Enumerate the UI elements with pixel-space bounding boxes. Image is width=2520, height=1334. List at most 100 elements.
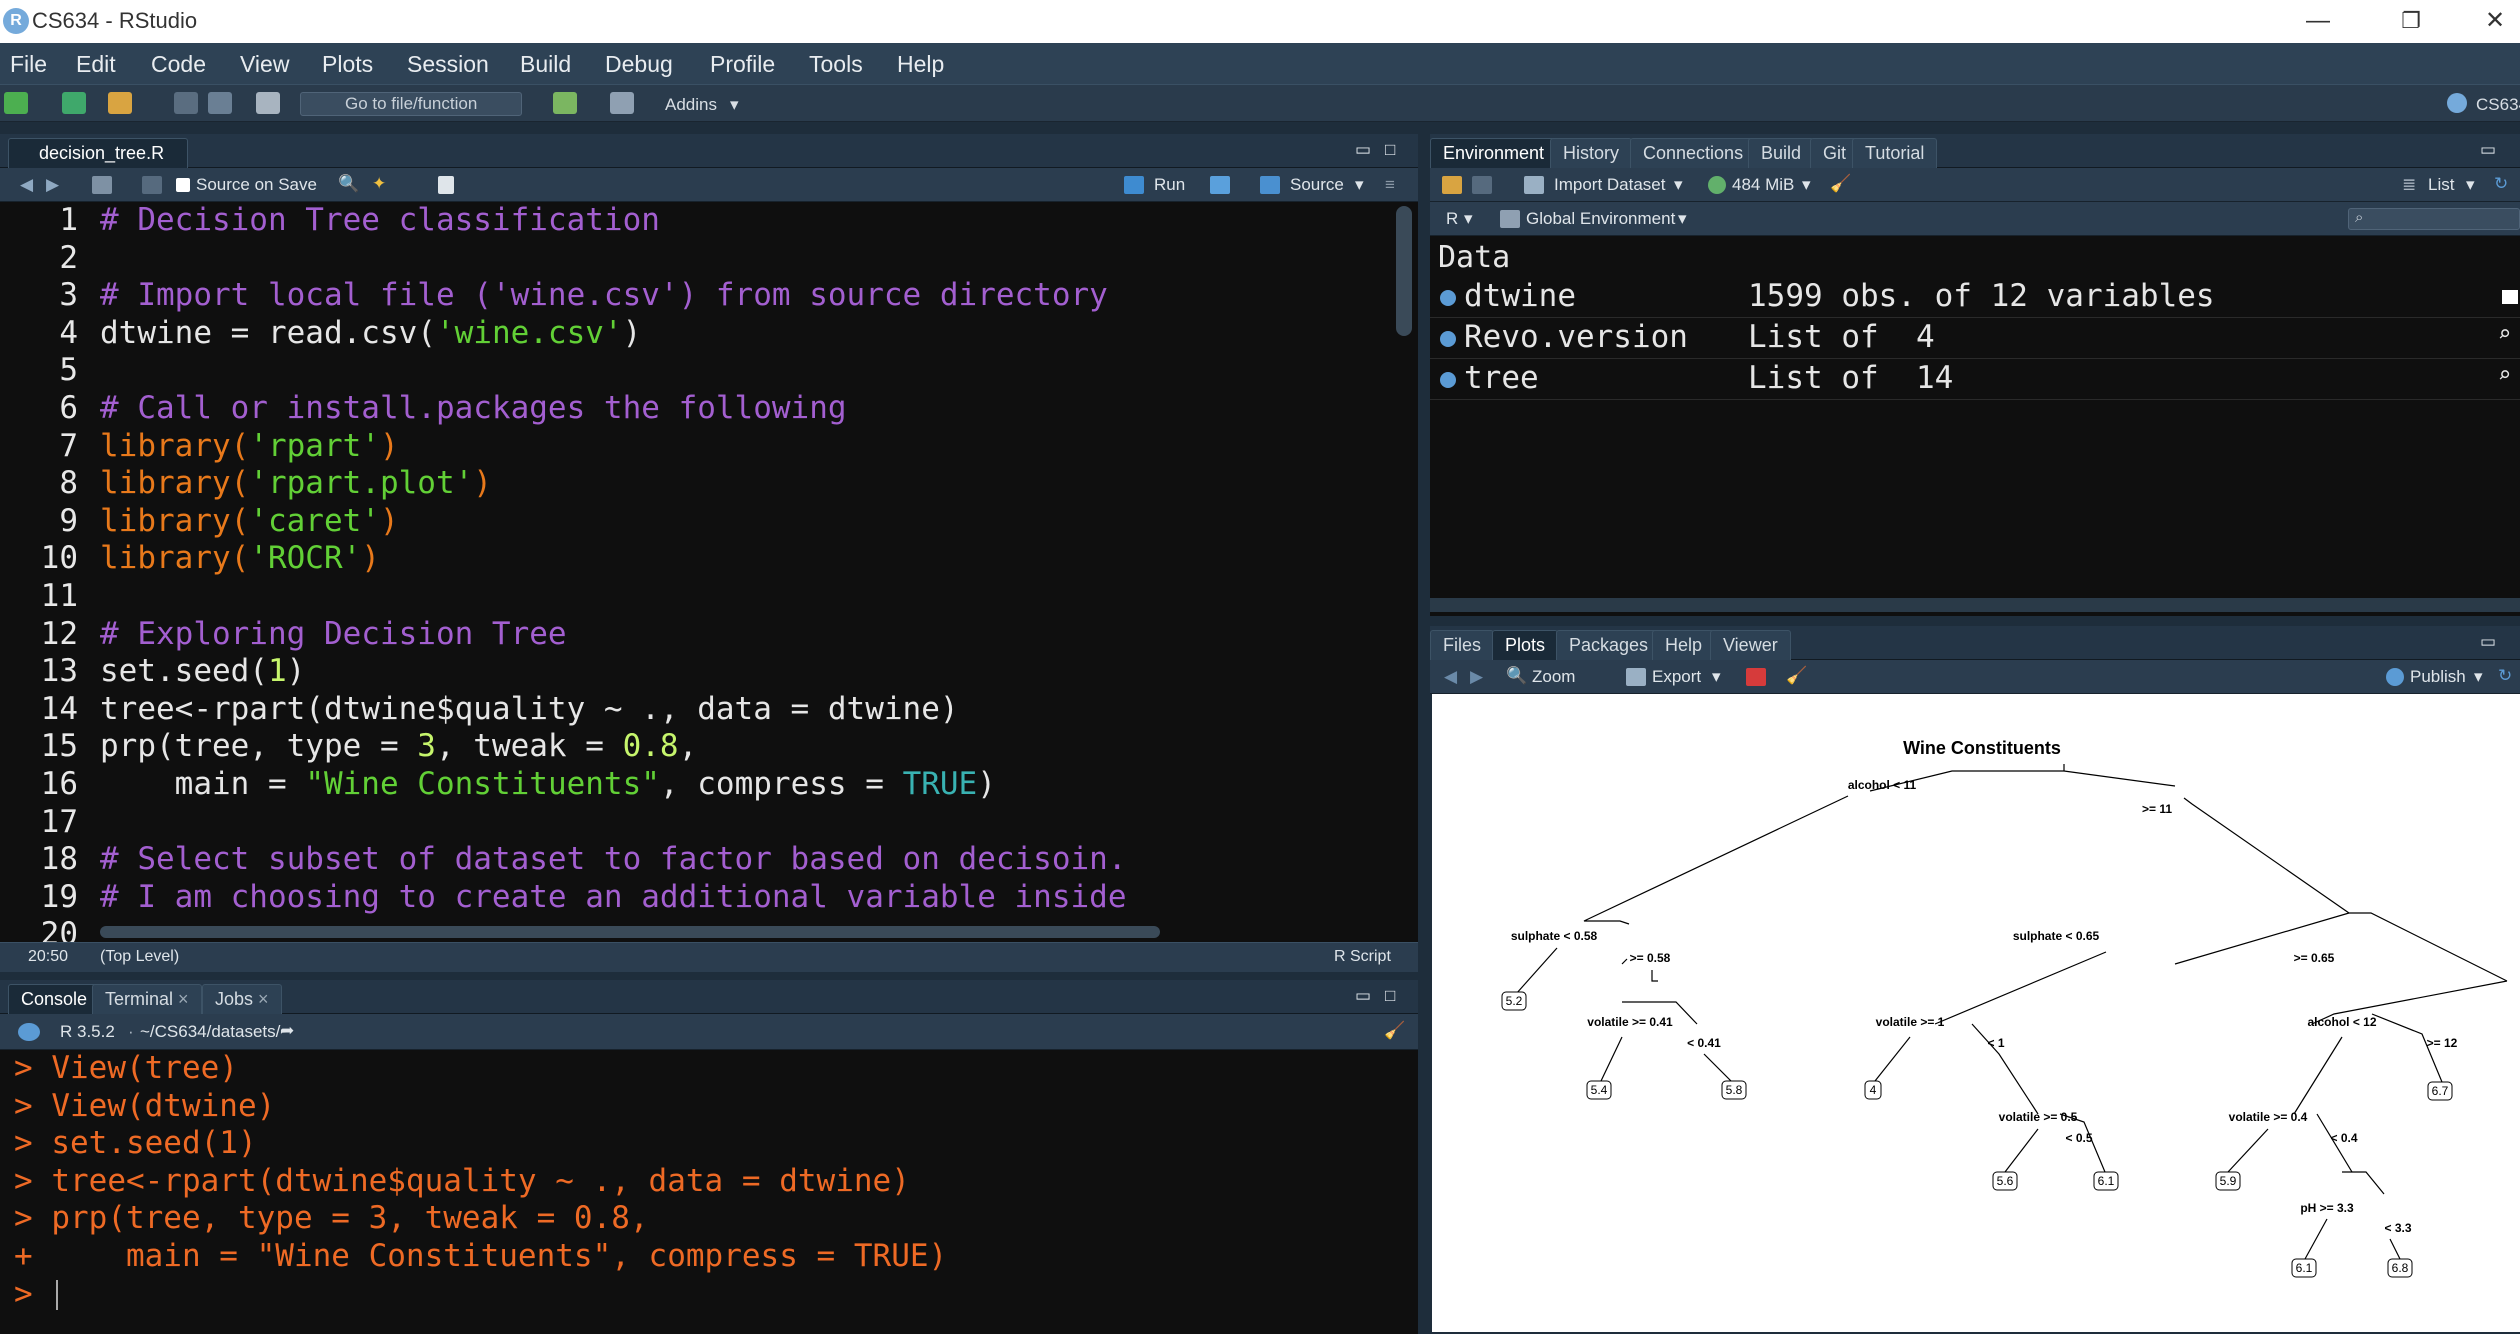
clear-console-icon[interactable]: 🧹 (1384, 1021, 1405, 1041)
code-line[interactable]: 19 # I am choosing to create an additiona… (0, 879, 1400, 917)
env-row-revo-version[interactable]: Revo.version List of 4 ⌕ (1430, 318, 2520, 359)
menu-help[interactable]: Help (897, 51, 944, 78)
view-mode-selector[interactable]: List (2428, 175, 2454, 195)
close-icon[interactable]: ✕ (2470, 4, 2520, 38)
expand-icon[interactable] (1440, 372, 1456, 388)
run-icon[interactable] (1124, 176, 1144, 194)
new-project-icon[interactable] (62, 92, 86, 114)
tab-environment[interactable]: Environment (1430, 138, 1558, 168)
console-prompt[interactable]: > (14, 1276, 51, 1314)
save-workspace-icon[interactable] (1472, 176, 1492, 194)
previous-plot-icon[interactable]: ◀ (1444, 667, 1457, 687)
tab-packages[interactable]: Packages (1556, 630, 1662, 660)
language-selector[interactable]: R (1446, 209, 1458, 229)
restore-icon[interactable]: ❐ (2386, 4, 2436, 38)
code-line[interactable]: 18 # Select subset of dataset to factor b… (0, 841, 1400, 879)
menu-code[interactable]: Code (151, 51, 206, 78)
code-line[interactable]: 11 (0, 578, 1400, 616)
print-icon[interactable] (256, 92, 280, 114)
env-row-tree[interactable]: tree List of 14 ⌕ (1430, 359, 2520, 400)
tab-decision-tree-r[interactable]: decision_tree.R × (8, 138, 188, 191)
magnifier-icon[interactable]: ⌕ (2498, 322, 2511, 347)
minimize-pane-icon[interactable]: ▭ (1355, 140, 1371, 160)
maximize-pane-icon[interactable]: □ (1385, 140, 1395, 160)
minimize-pane-icon[interactable]: ▭ (2480, 140, 2496, 160)
code-line[interactable]: 3 # Import local file ('wine.csv') from s… (0, 277, 1400, 315)
scope-selector[interactable]: Global Environment (1526, 209, 1675, 229)
magic-wand-icon[interactable]: ✦ (372, 174, 386, 194)
tab-jobs[interactable]: Jobs × (202, 984, 282, 1014)
working-directory[interactable]: ~/CS634/datasets/ (140, 1022, 280, 1042)
menu-view[interactable]: View (240, 51, 289, 78)
goto-file-input[interactable]: Go to file/function (300, 92, 522, 116)
maximize-pane-icon[interactable]: □ (1385, 986, 1395, 1006)
export-button[interactable]: Export (1652, 667, 1701, 687)
memory-usage[interactable]: 484 MiB (1732, 175, 1794, 195)
go-to-directory-icon[interactable]: ➦ (280, 1021, 294, 1041)
code-line[interactable]: 9 library('caret') (0, 503, 1400, 541)
source-button[interactable]: Source (1290, 175, 1344, 195)
show-in-window-icon[interactable] (92, 176, 112, 194)
refresh-icon[interactable]: ↻ (2494, 174, 2508, 194)
addins-menu[interactable]: Addins (665, 95, 717, 115)
code-line[interactable]: 10 library('ROCR') (0, 540, 1400, 578)
expand-icon[interactable] (1440, 290, 1456, 306)
publish-button[interactable]: Publish (2410, 667, 2466, 687)
tab-tutorial[interactable]: Tutorial (1852, 138, 1938, 168)
code-line[interactable]: 7 library('rpart') (0, 428, 1400, 466)
menu-profile[interactable]: Profile (710, 51, 775, 78)
code-line[interactable]: 12 # Exploring Decision Tree (0, 616, 1400, 654)
open-file-icon[interactable] (108, 92, 132, 114)
save-file-icon[interactable] (142, 176, 162, 194)
tab-build[interactable]: Build (1748, 138, 1815, 168)
minimize-pane-icon[interactable]: ▭ (2480, 632, 2496, 652)
close-tab-icon[interactable]: × (178, 989, 189, 1009)
table-view-icon[interactable] (2502, 290, 2518, 304)
source-icon[interactable] (1260, 176, 1280, 194)
document-outline-icon[interactable] (438, 176, 454, 194)
tab-history[interactable]: History (1550, 138, 1633, 168)
menu-debug[interactable]: Debug (605, 51, 673, 78)
magnifier-icon[interactable]: ⌕ (2498, 363, 2511, 388)
code-line[interactable]: 8 library('rpart.plot') (0, 465, 1400, 503)
scope-selector[interactable]: (Top Level) (100, 948, 179, 966)
code-line[interactable]: 16 main = "Wine Constituents", compress … (0, 766, 1400, 804)
tab-help[interactable]: Help (1652, 630, 1716, 660)
environment-search-input[interactable]: ⌕ (2348, 208, 2520, 230)
load-workspace-icon[interactable] (1442, 176, 1462, 194)
chevron-down-icon[interactable]: ▾ (1355, 175, 1364, 195)
menu-plots[interactable]: Plots (322, 51, 373, 78)
run-button[interactable]: Run (1154, 175, 1185, 195)
zoom-button[interactable]: Zoom (1532, 667, 1575, 687)
menu-build[interactable]: Build (520, 51, 571, 78)
console-output[interactable]: > View(tree) > View(dtwine) > set.seed(1… (0, 1050, 1418, 1334)
tab-console[interactable]: Console (8, 984, 101, 1014)
code-line[interactable]: 5 (0, 352, 1400, 390)
import-dataset-button[interactable]: Import Dataset (1554, 175, 1666, 195)
rerun-icon[interactable] (1210, 176, 1230, 194)
tab-plots[interactable]: Plots (1492, 630, 1559, 660)
code-line[interactable]: 4 dtwine = read.csv('wine.csv') (0, 315, 1400, 353)
minimize-icon[interactable]: — (2293, 4, 2343, 38)
back-icon[interactable]: ◀ (20, 175, 33, 195)
project-name[interactable]: CS634 (2476, 95, 2520, 115)
search-icon[interactable]: 🔍 (338, 174, 359, 194)
version-control-icon[interactable] (553, 92, 577, 114)
source-on-save-checkbox[interactable] (176, 178, 190, 192)
outline-toggle-icon[interactable]: ≡ (1385, 175, 1395, 195)
tab-viewer[interactable]: Viewer (1710, 630, 1791, 660)
code-area[interactable]: 1 # Decision Tree classification 2 3 # Impor… (0, 202, 1418, 942)
code-line[interactable]: 6 # Call or install.packages the followin… (0, 390, 1400, 428)
save-all-icon[interactable] (208, 92, 232, 114)
new-file-icon[interactable] (4, 92, 28, 114)
menu-file[interactable]: File (10, 51, 47, 78)
tab-connections[interactable]: Connections (1630, 138, 1757, 168)
forward-icon[interactable]: ▶ (46, 175, 59, 195)
next-plot-icon[interactable]: ▶ (1470, 667, 1483, 687)
tab-terminal[interactable]: Terminal × (92, 984, 202, 1014)
code-line[interactable]: 14 tree<-rpart(dtwine$quality ~ ., data =… (0, 691, 1400, 729)
tab-files[interactable]: Files (1430, 630, 1495, 660)
refresh-icon[interactable]: ↻ (2498, 666, 2512, 686)
import-dataset-icon[interactable] (1524, 176, 1544, 194)
file-type-selector[interactable]: R Script (1334, 948, 1391, 966)
